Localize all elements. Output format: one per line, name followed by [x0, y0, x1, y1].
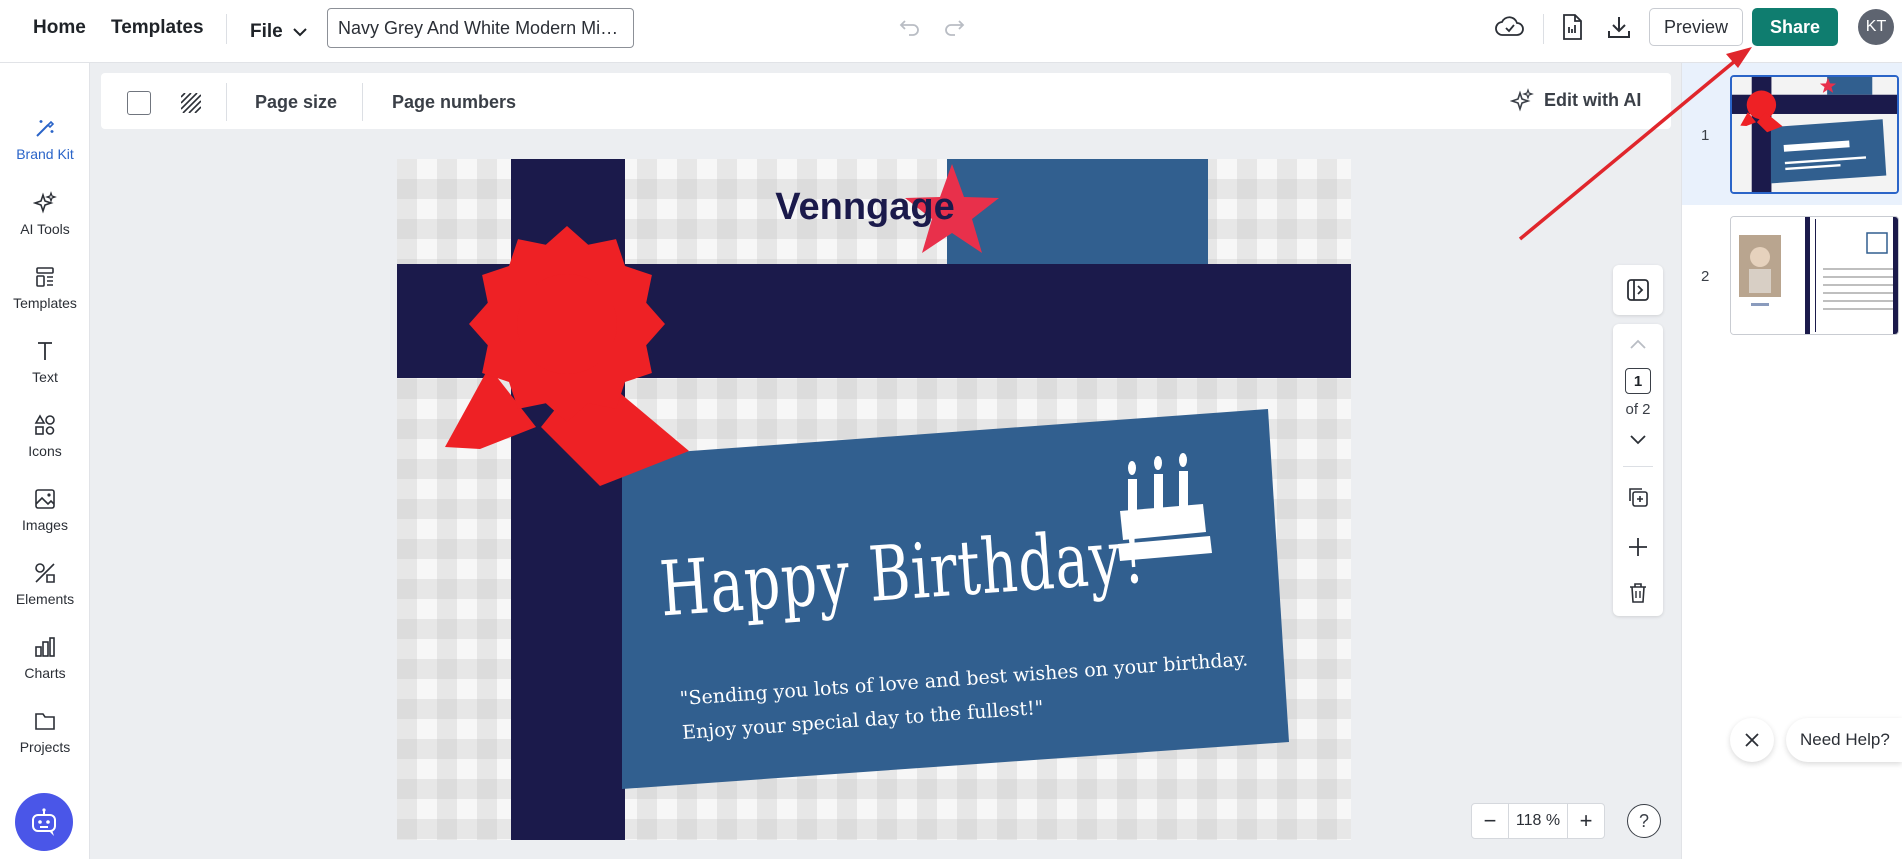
add-page-icon[interactable]	[1627, 536, 1649, 558]
top-bar: Home Templates File Preview Share KT	[0, 0, 1902, 63]
chatbot-icon	[32, 808, 56, 836]
pattern-icon[interactable]	[181, 93, 201, 113]
page-total: of 2	[1625, 401, 1651, 418]
sparkles-icon	[33, 191, 57, 214]
sidebar-item-label: Templates	[13, 295, 77, 311]
download-icon[interactable]	[1604, 12, 1634, 42]
cloud-saved-icon[interactable]	[1494, 12, 1526, 42]
sidebar-item-label: Elements	[15, 591, 75, 607]
sidebar-toggle-icon	[1627, 279, 1649, 301]
canvas-toolbar: Page size Page numbers Edit with AI	[101, 73, 1671, 129]
preview-button[interactable]: Preview	[1649, 8, 1743, 46]
chevron-down-icon[interactable]	[1629, 434, 1647, 446]
sidebar-item-label: Text	[32, 369, 58, 385]
shapes-icon	[34, 414, 55, 435]
duplicate-page-icon[interactable]	[1627, 486, 1649, 508]
left-sidebar: Brand Kit AI Tools Templates Text Icons …	[0, 63, 90, 859]
design-page[interactable]: Venngage Happy Birthday! "Sending you lo…	[397, 159, 1351, 840]
sidebar-item-brand-kit[interactable]: Brand Kit	[0, 116, 90, 176]
sidebar-item-label: Charts	[24, 665, 66, 681]
zoom-control: − 118 % +	[1471, 803, 1605, 839]
templates-link[interactable]: Templates	[111, 17, 204, 39]
sidebar-item-label: AI Tools	[20, 221, 70, 237]
file-menu-button[interactable]: File	[250, 15, 307, 49]
sidebar-item-text[interactable]: Text	[0, 339, 90, 399]
image-icon	[35, 489, 55, 509]
zoom-out-button[interactable]: −	[1472, 804, 1508, 838]
header-block	[947, 159, 1208, 264]
sidebar-item-images[interactable]: Images	[0, 487, 90, 547]
help-icon[interactable]: ?	[1627, 804, 1661, 838]
current-page-number[interactable]: 1	[1625, 368, 1651, 394]
sidebar-item-label: Brand Kit	[16, 146, 74, 162]
chart-icon	[35, 637, 55, 657]
design-artwork: Venngage Happy Birthday! "Sending you lo…	[397, 159, 1351, 840]
export-document-icon[interactable]	[1558, 12, 1586, 42]
sidebar-item-label: Images	[22, 517, 68, 533]
need-help-button[interactable]: Need Help?	[1786, 718, 1902, 762]
background-color-swatch[interactable]	[127, 91, 151, 115]
page-numbers-button[interactable]: Page numbers	[392, 92, 516, 113]
home-link[interactable]: Home	[33, 17, 86, 39]
file-label: File	[250, 21, 283, 42]
page-thumb-number: 1	[1701, 127, 1710, 144]
page-thumbnail-1[interactable]	[1730, 75, 1899, 194]
edit-with-ai-button[interactable]: Edit with AI	[1510, 88, 1641, 112]
page-thumb-number: 2	[1701, 268, 1710, 285]
chevron-up-icon[interactable]	[1629, 338, 1647, 350]
divider	[362, 83, 363, 121]
thumbnail-art	[1732, 77, 1897, 192]
sidebar-item-label: Icons	[28, 443, 62, 459]
delete-page-icon[interactable]	[1628, 582, 1648, 604]
edit-with-ai-label: Edit with AI	[1544, 89, 1642, 110]
divider	[1543, 14, 1544, 44]
sidebar-item-charts[interactable]: Charts	[0, 635, 90, 695]
user-avatar[interactable]: KT	[1858, 9, 1894, 45]
logo-text[interactable]: Venngage	[775, 186, 955, 228]
divider	[226, 14, 227, 44]
sidebar-item-icons[interactable]: Icons	[0, 413, 90, 473]
bow-center	[517, 274, 617, 374]
zoom-in-button[interactable]: +	[1568, 804, 1604, 838]
elements-icon	[35, 563, 55, 583]
ai-assistant-button[interactable]	[15, 793, 73, 851]
undo-icon[interactable]	[897, 14, 923, 40]
document-title-input[interactable]	[327, 8, 634, 48]
sidebar-item-projects[interactable]: Projects	[0, 709, 90, 769]
zoom-value[interactable]: 118 %	[1508, 804, 1568, 838]
sidebar-item-ai-tools[interactable]: AI Tools	[0, 191, 90, 251]
sidebar-item-elements[interactable]: Elements	[0, 561, 90, 621]
chevron-down-icon	[293, 28, 307, 37]
page-size-button[interactable]: Page size	[255, 92, 337, 113]
close-help-button[interactable]	[1730, 718, 1774, 762]
sparkles-icon	[1510, 88, 1534, 112]
sidebar-item-label: Projects	[19, 739, 71, 755]
sidebar-item-templates[interactable]: Templates	[0, 265, 90, 325]
share-button[interactable]: Share	[1752, 8, 1838, 46]
redo-icon[interactable]	[941, 14, 967, 40]
divider	[1623, 466, 1653, 467]
toggle-panel-button[interactable]	[1613, 265, 1663, 315]
thumbnail-art	[1731, 217, 1898, 334]
templates-icon	[36, 267, 54, 287]
magic-wand-icon	[36, 120, 55, 137]
text-icon	[38, 342, 52, 360]
close-icon	[1745, 733, 1759, 747]
page-thumbnail-2[interactable]	[1730, 216, 1899, 335]
folder-icon	[35, 713, 55, 730]
divider	[226, 83, 227, 121]
